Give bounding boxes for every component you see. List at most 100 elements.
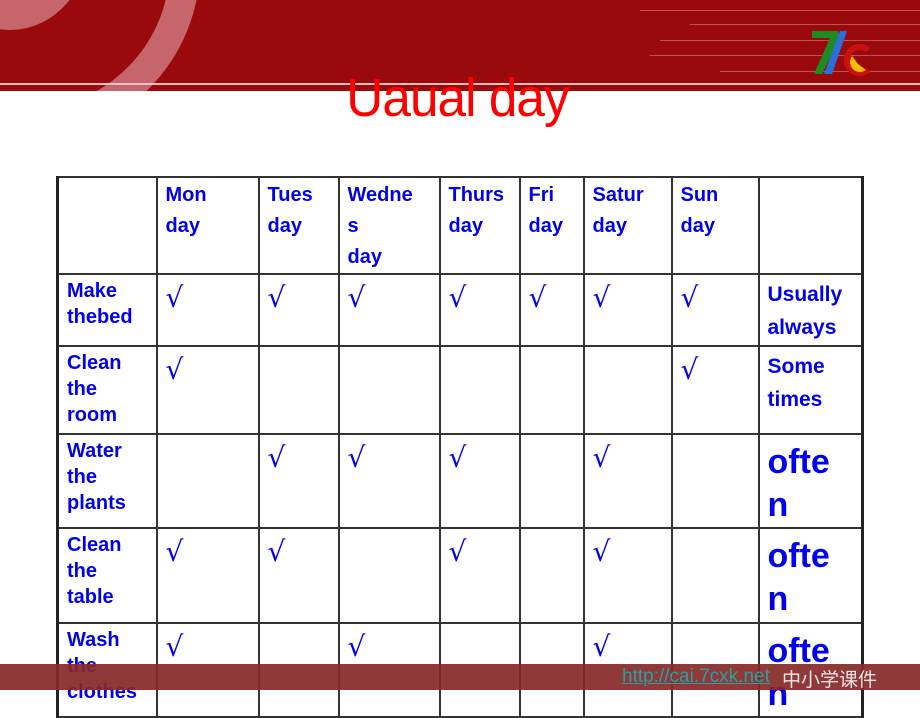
- frequency-cell: ofte n: [757, 433, 864, 529]
- day-cell: √: [257, 433, 340, 529]
- activity-text: plants: [67, 492, 126, 514]
- day-header-cell: Mon day: [155, 176, 260, 275]
- day-cell: √: [438, 433, 521, 529]
- day-cell: √: [670, 345, 760, 435]
- header-text: day: [680, 215, 715, 237]
- header-text: day: [347, 246, 382, 268]
- table-row: Clean the table √ √ √ √ ofte n: [56, 527, 864, 624]
- day-cell: √: [155, 273, 260, 347]
- footer-link[interactable]: http://cai.7cxk.net: [622, 666, 770, 688]
- header-text: day: [528, 215, 563, 237]
- activity-text: room: [67, 404, 117, 426]
- frequency-text: Usually: [767, 283, 843, 306]
- day-cell: [670, 433, 760, 529]
- stripe-decoration: [690, 24, 920, 25]
- table-row: Make thebed √ √ √ √ √ √ √ Usually always: [56, 273, 864, 347]
- stripe-decoration: [660, 40, 920, 41]
- check-mark-icon: √: [347, 281, 366, 314]
- header-text: Fri: [528, 184, 555, 206]
- frequency-text: always: [767, 316, 837, 339]
- day-header-cell: Thurs day: [438, 176, 521, 275]
- day-header-cell: Satur day: [582, 176, 673, 275]
- header-text: Satur: [592, 184, 644, 206]
- check-mark-icon: √: [680, 281, 699, 314]
- check-mark-icon: √: [592, 630, 611, 663]
- table-row: Clean the room √ √ Some times: [56, 345, 864, 435]
- header-text: Mon: [165, 184, 207, 206]
- day-header-cell: Fri day: [518, 176, 585, 275]
- activity-text: Wash: [67, 629, 120, 651]
- day-cell: √: [582, 527, 673, 624]
- activity-text: Clean: [67, 534, 122, 556]
- check-mark-icon: √: [448, 441, 467, 474]
- frequency-text: ofte: [767, 443, 830, 481]
- check-mark-icon: √: [165, 535, 184, 568]
- stripe-decoration: [640, 10, 920, 11]
- day-cell: [438, 345, 521, 435]
- activity-text: the: [67, 560, 97, 582]
- check-mark-icon: √: [165, 281, 184, 314]
- frequency-text: n: [767, 486, 789, 524]
- day-cell: √: [438, 273, 521, 347]
- activity-text: thebed: [67, 306, 133, 328]
- frequency-text: ofte: [767, 537, 830, 575]
- frequency-cell: Some times: [757, 345, 864, 435]
- activity-text: Water: [67, 440, 122, 462]
- day-cell: [582, 345, 673, 435]
- check-mark-icon: √: [267, 535, 286, 568]
- day-header-cell: Wedne s day: [337, 176, 441, 275]
- header-text: day: [592, 215, 627, 237]
- check-mark-icon: √: [165, 630, 184, 663]
- header-text: day: [448, 215, 483, 237]
- header-text: Sun: [680, 184, 719, 206]
- check-mark-icon: √: [448, 535, 467, 568]
- table-row: Water the plants √ √ √ √ ofte n: [56, 433, 864, 529]
- activity-text: Make: [67, 280, 118, 302]
- header-text: Tues: [267, 184, 313, 206]
- frequency-text: times: [767, 388, 823, 411]
- day-cell: [518, 527, 585, 624]
- day-cell: √: [155, 527, 260, 624]
- day-cell: [337, 527, 441, 624]
- day-cell: [337, 345, 441, 435]
- activity-text: Clean: [67, 352, 122, 374]
- header-text: day: [165, 215, 200, 237]
- header-row: Mon day Tues day Wedne s day Thurs day Fri day Satu…: [56, 176, 864, 275]
- day-cell: √: [257, 527, 340, 624]
- check-mark-icon: √: [267, 281, 286, 314]
- schedule-table: Mon day Tues day Wedne s day Thurs day Fri day Satu…: [56, 176, 864, 718]
- header-text: Wedne: [347, 184, 413, 206]
- day-cell: √: [155, 345, 260, 435]
- check-mark-icon: √: [267, 441, 286, 474]
- day-cell: √: [438, 527, 521, 624]
- check-mark-icon: √: [592, 281, 611, 314]
- activity-cell: Clean the table: [56, 527, 158, 624]
- check-mark-icon: √: [528, 281, 547, 314]
- frequency-cell: ofte n: [757, 527, 864, 624]
- check-mark-icon: √: [592, 535, 611, 568]
- activity-cell: Water the plants: [56, 433, 158, 529]
- day-cell: √: [337, 433, 441, 529]
- day-cell: √: [257, 273, 340, 347]
- day-cell: √: [518, 273, 585, 347]
- day-cell: [155, 433, 260, 529]
- activity-cell: Make thebed: [56, 273, 158, 347]
- check-mark-icon: √: [448, 281, 467, 314]
- day-cell: √: [670, 273, 760, 347]
- footer-text: 中小学课件: [782, 669, 878, 691]
- day-cell: [670, 527, 760, 624]
- frequency-header-cell: [757, 176, 864, 275]
- header-text: Thurs: [448, 184, 505, 206]
- activity-text: the: [67, 378, 97, 400]
- header-text: day: [267, 215, 302, 237]
- day-cell: √: [582, 433, 673, 529]
- activity-text: table: [67, 586, 114, 608]
- activity-cell: Clean the room: [56, 345, 158, 435]
- corner-cell: [56, 176, 158, 275]
- frequency-text: n: [767, 580, 789, 618]
- check-mark-icon: √: [165, 353, 184, 386]
- day-cell: √: [582, 273, 673, 347]
- day-header-cell: Sun day: [670, 176, 760, 275]
- check-mark-icon: √: [347, 441, 366, 474]
- activity-text: the: [67, 466, 97, 488]
